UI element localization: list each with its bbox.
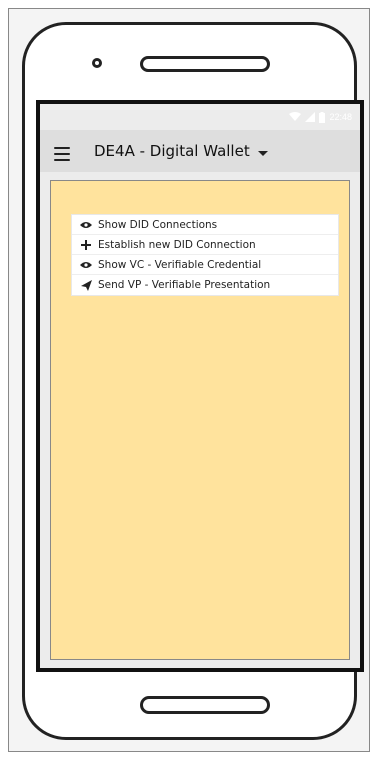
wifi-icon [289,112,302,122]
status-bar: 22:48 [40,104,360,130]
eye-icon [80,259,92,271]
battery-icon [319,111,326,123]
status-time: 22:48 [329,112,352,122]
signal-icon [305,112,316,122]
action-menu: Show DID Connections Establish new DID C… [71,214,339,296]
content-area: Show DID Connections Establish new DID C… [50,180,350,660]
hamburger-menu-icon[interactable] [54,147,70,161]
menu-item-show-did-connections[interactable]: Show DID Connections [72,215,338,235]
menu-item-label: Establish new DID Connection [98,238,256,251]
menu-item-label: Send VP - Verifiable Presentation [98,279,271,291]
menu-item-label: Show VC - Verifiable Credential [98,258,262,271]
phone-screen: 22:48 DE4A - Digital Wallet Show DID Con… [36,100,364,672]
app-bar: DE4A - Digital Wallet [40,130,360,172]
eye-icon [80,219,92,231]
send-icon [80,279,92,291]
speaker-slot [140,56,270,72]
camera-icon [92,58,102,68]
chevron-down-icon[interactable] [257,150,268,156]
menu-item-show-vc[interactable]: Show VC - Verifiable Credential [72,255,338,275]
plus-icon [80,239,92,251]
menu-item-send-vp[interactable]: Send VP - Verifiable Presentation [72,275,338,295]
home-button[interactable] [140,696,270,714]
menu-item-label: Show DID Connections [98,218,218,231]
menu-item-establish-did-connection[interactable]: Establish new DID Connection [72,235,338,255]
app-title: DE4A - Digital Wallet [94,142,250,160]
